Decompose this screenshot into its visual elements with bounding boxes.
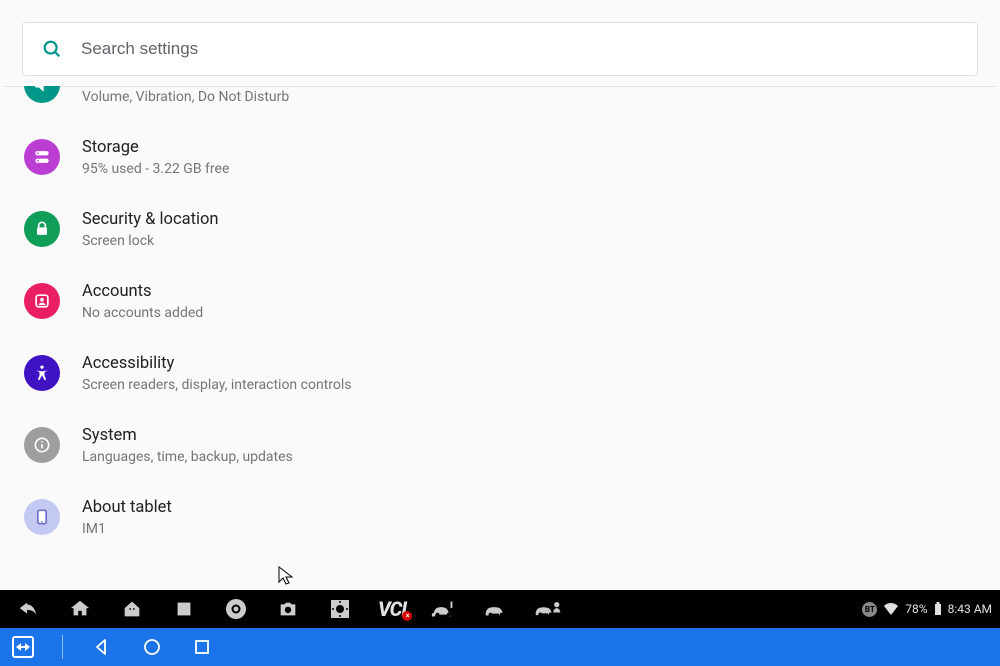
settings-list: Sound Volume, Vibration, Do Not Disturb …	[4, 86, 996, 553]
home-icon[interactable]	[66, 598, 94, 620]
settings-item-title: Storage	[82, 137, 229, 159]
storage-icon	[24, 139, 60, 175]
bluetooth-badge-icon: BT	[862, 602, 877, 617]
settings-item-title: Security & location	[82, 209, 219, 231]
nav-back-icon[interactable]	[91, 638, 113, 656]
settings-item-accessibility[interactable]: Accessibility Screen readers, display, i…	[4, 337, 996, 409]
lock-icon	[24, 211, 60, 247]
brightness-icon[interactable]	[326, 597, 354, 621]
settings-item-title: Accounts	[82, 281, 203, 303]
wifi-icon	[883, 602, 899, 616]
settings-item-title: Sound	[82, 86, 289, 87]
settings-item-storage[interactable]: Storage 95% used - 3.22 GB free	[4, 121, 996, 193]
stop-icon[interactable]	[170, 598, 198, 620]
info-icon	[24, 427, 60, 463]
camera-icon[interactable]	[274, 598, 302, 620]
battery-icon	[934, 602, 942, 616]
settings-item-subtitle: Screen lock	[82, 233, 219, 249]
settings-item-about[interactable]: About tablet IM1	[4, 481, 996, 553]
search-icon	[41, 38, 69, 60]
search-settings-field[interactable]	[22, 22, 978, 76]
settings-item-accounts[interactable]: Accounts No accounts added	[4, 265, 996, 337]
settings-item-subtitle: 95% used - 3.22 GB free	[82, 161, 229, 177]
tablet-icon	[24, 499, 60, 535]
nav-home-icon[interactable]	[141, 638, 163, 656]
vci-error-badge: ×	[402, 611, 412, 621]
system-navbar	[0, 628, 1000, 666]
accounts-icon	[24, 283, 60, 319]
settings-item-system[interactable]: System Languages, time, backup, updates	[4, 409, 996, 481]
app-taskbar: VCI× BT 78% 8:43 AM	[0, 590, 1000, 628]
separator	[62, 635, 63, 659]
settings-item-subtitle: No accounts added	[82, 305, 203, 321]
settings-item-subtitle: IM1	[82, 521, 172, 537]
teamviewer-icon[interactable]	[12, 636, 34, 658]
settings-item-security[interactable]: Security & location Screen lock	[4, 193, 996, 265]
mouse-cursor-icon	[278, 566, 294, 586]
android-home-icon[interactable]	[118, 598, 146, 620]
sound-icon	[24, 86, 60, 103]
vci-status-icon[interactable]: VCI×	[378, 597, 406, 621]
settings-item-title: Accessibility	[82, 353, 351, 375]
search-input[interactable]	[81, 39, 959, 59]
settings-item-subtitle: Volume, Vibration, Do Not Disturb	[82, 89, 289, 105]
status-clock: 8:43 AM	[948, 602, 992, 616]
nav-recents-icon[interactable]	[191, 639, 213, 655]
settings-item-title: About tablet	[82, 497, 172, 519]
settings-item-subtitle: Languages, time, backup, updates	[82, 449, 293, 465]
status-bar: BT 78% 8:43 AM	[862, 602, 992, 617]
car-icon[interactable]	[482, 598, 510, 620]
battery-percent: 78%	[905, 602, 927, 616]
reply-icon[interactable]	[14, 598, 42, 620]
accessibility-icon	[24, 355, 60, 391]
settings-item-sound[interactable]: Sound Volume, Vibration, Do Not Disturb	[4, 86, 996, 121]
chrome-icon[interactable]	[222, 597, 250, 621]
car-key-icon[interactable]	[430, 598, 458, 620]
car-person-icon[interactable]	[534, 598, 562, 620]
settings-item-subtitle: Screen readers, display, interaction con…	[82, 377, 351, 393]
settings-item-title: System	[82, 425, 293, 447]
